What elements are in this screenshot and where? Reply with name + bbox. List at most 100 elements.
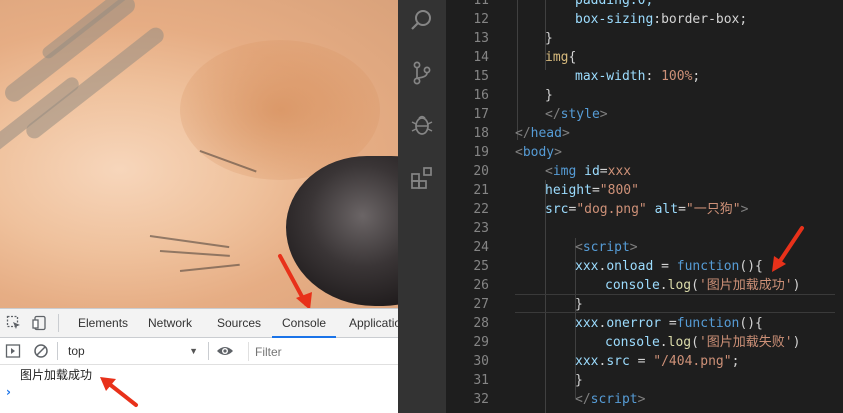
code-token: = (653, 259, 677, 274)
extensions-icon[interactable] (410, 166, 434, 190)
code-token: </ (515, 126, 531, 141)
code-token: box-sizing (575, 12, 654, 27)
line-code: </script> (575, 390, 645, 409)
code-line: 26 console.log('图片加载成功') (446, 276, 843, 295)
search-icon[interactable] (410, 8, 434, 32)
line-number: 27 (473, 297, 489, 312)
code-token: > (561, 126, 570, 141)
code-token: < (575, 240, 583, 255)
annotation-arrow-upper (278, 254, 312, 308)
clear-console-icon[interactable] (33, 343, 49, 359)
code-token: img (545, 50, 569, 65)
tab-sources[interactable]: Sources (217, 309, 261, 338)
line-code: <img id=xxx (545, 162, 631, 181)
line-code: </style> (545, 105, 608, 124)
source-control-icon[interactable] (410, 61, 434, 85)
line-number: 29 (473, 335, 489, 350)
code-line: 17 </style> (446, 105, 843, 124)
code-token: "一只狗" (685, 202, 741, 217)
code-token: script (582, 240, 630, 255)
debug-icon[interactable] (410, 113, 434, 137)
code-editor[interactable]: 11 padding:0; 12 box-sizing:border-box; 13} 1… (446, 0, 843, 413)
line-number: 31 (473, 373, 489, 388)
code-token: '图片加载成功' (698, 278, 793, 293)
code-token: alt (654, 202, 679, 217)
code-token: "dog.png" (576, 202, 647, 217)
context-selector[interactable]: top ▼ (62, 342, 202, 361)
line-number: 17 (473, 107, 489, 122)
code-token: log (667, 335, 692, 350)
line-code: <body> (515, 143, 562, 162)
line-code: box-sizing:border-box; (575, 10, 747, 29)
code-token: } (545, 88, 553, 103)
tab-elements[interactable]: Elements (78, 309, 128, 338)
code-line: 29 console.log('图片加载失败') (446, 333, 843, 352)
code-token: : (645, 69, 662, 84)
tab-application[interactable]: Applicatio (349, 309, 401, 338)
code-line: 18 </head> (446, 124, 843, 143)
code-token: </ (575, 392, 591, 407)
code-token: = (591, 183, 600, 198)
line-code: } (575, 295, 583, 314)
show-sidebar-icon[interactable] (5, 343, 21, 359)
line-code: } (545, 86, 553, 105)
code-token: src (606, 354, 630, 369)
line-number: 12 (473, 12, 489, 27)
device-toolbar-icon[interactable] (32, 315, 48, 331)
code-token: ; (692, 69, 701, 84)
code-token: ( (691, 335, 699, 350)
line-code: height="800" (545, 181, 639, 200)
code-line: 22 src="dog.png" alt="一只狗"> (446, 200, 843, 219)
code-token: < (515, 145, 523, 160)
line-code: xxx.onload = function(){ (575, 257, 763, 276)
devtools-panel: Elements Network Sources Console Applica… (0, 308, 401, 413)
code-token: } (545, 31, 553, 46)
line-number: 22 (473, 202, 489, 217)
line-code: img{ (545, 48, 576, 67)
code-line: 30 xxx.src = "/404.png"; (446, 352, 843, 371)
code-token: max-width (575, 69, 646, 84)
line-code: <script> (575, 238, 638, 257)
code-token: img (552, 164, 577, 179)
code-token: ; (731, 354, 740, 369)
line-number: 21 (473, 183, 489, 198)
tab-console[interactable]: Console (272, 309, 337, 338)
line-code: console.log('图片加载失败') (605, 333, 800, 352)
code-line: 14 img{ (446, 48, 843, 67)
code-token: = (678, 202, 686, 217)
code-token: xxx (607, 164, 632, 179)
code-token: console (605, 335, 660, 350)
code-line: 27} (446, 295, 843, 314)
tab-network[interactable]: Network (148, 309, 192, 338)
code-token: : (653, 12, 662, 27)
code-line: 20 <img id=xxx (446, 162, 843, 181)
line-number: 26 (473, 278, 489, 293)
context-value: top (68, 344, 85, 358)
code-token: { (568, 50, 577, 65)
filter-input[interactable] (248, 342, 398, 361)
code-token: function (676, 316, 740, 331)
code-token: id (584, 164, 600, 179)
code-token: body (522, 145, 555, 160)
code-token: head (530, 126, 562, 141)
tab-divider (58, 314, 59, 332)
eye-icon[interactable] (216, 343, 233, 359)
code-line: 12 box-sizing:border-box; (446, 10, 843, 29)
line-code: } (545, 29, 553, 48)
inspect-element-icon[interactable] (6, 315, 22, 331)
code-token: xxx (575, 259, 599, 274)
code-token: 100% (661, 69, 693, 84)
code-line: 13} (446, 29, 843, 48)
line-code: padding:0; (575, 0, 653, 10)
console-prompt[interactable]: › (6, 385, 11, 399)
code-token: ) (792, 335, 801, 350)
line-code: src="dog.png" alt="一只狗"> (545, 200, 748, 219)
code-token: ( (691, 278, 699, 293)
code-line: 32 </script> (446, 390, 843, 409)
line-number: 18 (473, 126, 489, 141)
line-number: 30 (473, 354, 489, 369)
code-token: { (755, 259, 763, 274)
code-token: } (575, 297, 583, 312)
